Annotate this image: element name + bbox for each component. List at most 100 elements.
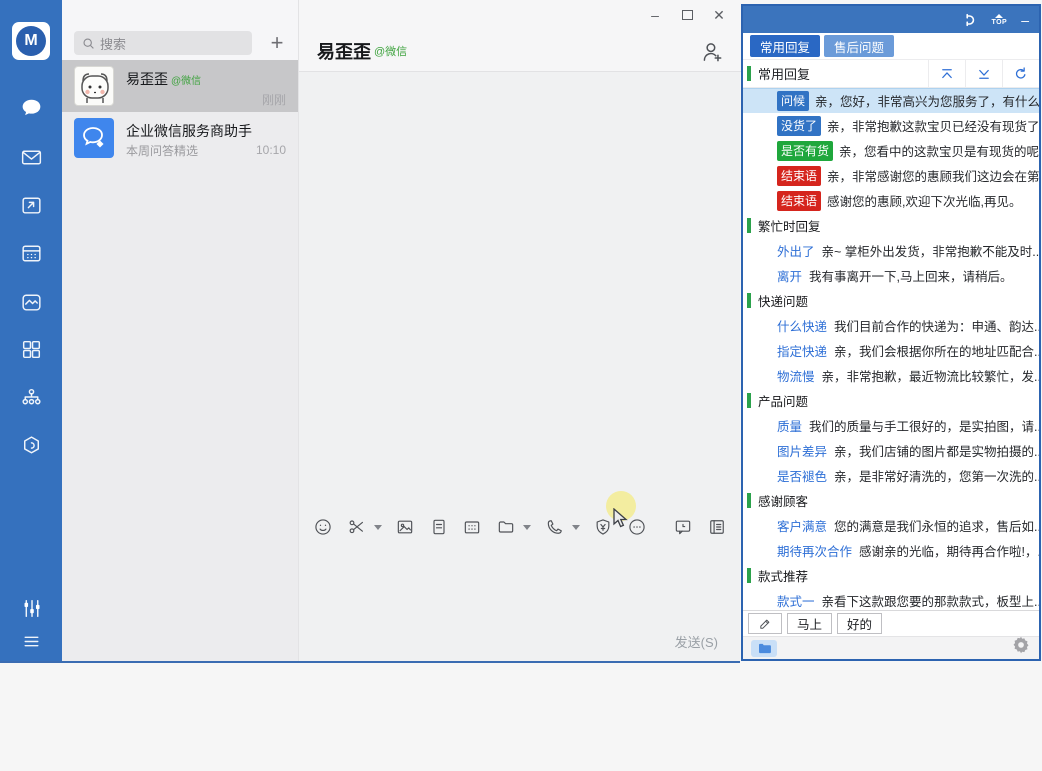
- quick-phrase-button[interactable]: 好的: [837, 613, 882, 634]
- screenshot-dropdown-caret[interactable]: [374, 525, 382, 530]
- reply-text: 亲，非常抱歉，最近物流比较繁忙，发...: [822, 366, 1039, 385]
- settings-button[interactable]: [1012, 636, 1031, 660]
- search-placeholder: 搜索: [100, 34, 126, 53]
- reply-tag: 是否褪色: [777, 466, 827, 485]
- reply-text: 亲，非常感谢您的惠顾我们这边会在第...: [827, 166, 1039, 185]
- chat-item-preview: 本周问答精选: [126, 142, 198, 159]
- search-input[interactable]: 搜索: [74, 31, 252, 55]
- reply-tag: 客户满意: [777, 516, 827, 535]
- pin-top-button[interactable]: TOP: [991, 14, 1007, 26]
- assistant-minimize-button[interactable]: –: [1021, 13, 1029, 27]
- maximize-button[interactable]: [671, 2, 703, 28]
- chat-list-item[interactable]: 企业微信服务商助手 本周问答精选 10:10: [62, 112, 298, 164]
- expand-down-button[interactable]: [965, 60, 1002, 87]
- quick-reply-item[interactable]: 没货了亲，非常抱歉这款宝贝已经没有现货了...: [743, 113, 1039, 138]
- tab-common-replies[interactable]: 常用回复: [750, 35, 820, 57]
- quick-reply-item[interactable]: 结束语感谢您的惠顾,欢迎下次光临,再见。: [743, 188, 1039, 213]
- folder-shortcut-button[interactable]: [751, 640, 777, 657]
- reply-text: 您的满意是我们永恒的追求，售后如...: [834, 516, 1039, 535]
- sidebar-item-menu[interactable]: [0, 624, 62, 658]
- quick-reply-item[interactable]: 离开我有事离开一下,马上回来，请稍后。: [743, 263, 1039, 288]
- add-member-button[interactable]: [699, 39, 725, 65]
- org-icon: [19, 385, 44, 410]
- sidebar-item-mail[interactable]: [0, 140, 62, 174]
- red-packet-button[interactable]: [593, 517, 614, 538]
- sidebar-item-gallery[interactable]: [0, 285, 62, 319]
- folder-icon: [758, 643, 771, 654]
- gear-icon: [1012, 636, 1031, 655]
- quick-reply-item[interactable]: 指定快递亲，我们会根据你所在的地址匹配合...: [743, 338, 1039, 363]
- quick-reply-item[interactable]: 是否褪色亲，是非常好清洗的，您第一次洗的...: [743, 463, 1039, 488]
- reply-group-header[interactable]: 感谢顾客: [743, 488, 1039, 513]
- expand-down-icon: [977, 67, 991, 81]
- quick-reply-item[interactable]: 结束语亲，非常感谢您的惠顾我们这边会在第...: [743, 163, 1039, 188]
- reply-text: 感谢亲的光临，期待再合作啦!，...: [859, 541, 1039, 560]
- group-marker: [747, 393, 751, 408]
- send-button[interactable]: 发送(S): [675, 632, 718, 651]
- app-grid-button[interactable]: [462, 517, 483, 538]
- quick-reply-list: 问候亲，您好，非常高兴为您服务了，有什么...没货了亲，非常抱歉这款宝贝已经没有…: [743, 88, 1039, 610]
- quick-reply-item[interactable]: 客户满意您的满意是我们永恒的追求，售后如...: [743, 513, 1039, 538]
- quick-reply-item[interactable]: 问候亲，您好，非常高兴为您服务了，有什么...: [743, 88, 1039, 113]
- reply-tag: 没货了: [777, 116, 821, 136]
- more-button[interactable]: [626, 517, 647, 538]
- chat-item-time: 10:10: [256, 143, 286, 157]
- quick-reply-item[interactable]: 图片差异亲，我们店铺的图片都是实物拍摄的...: [743, 438, 1039, 463]
- quick-reply-item[interactable]: 是否有货亲，您看中的这款宝贝是有现货的呢...: [743, 138, 1039, 163]
- image-button[interactable]: [395, 517, 416, 538]
- quick-reply-item[interactable]: 款式一亲看下这款跟您要的那款款式，板型上...: [743, 588, 1039, 610]
- window-titlebar: – ✕: [299, 0, 741, 30]
- reply-group-header[interactable]: 款式推荐: [743, 563, 1039, 588]
- app-sidebar: M: [0, 0, 62, 661]
- reply-tag: 款式一: [777, 591, 815, 610]
- reply-text: 感谢您的惠顾,欢迎下次光临,再见。: [827, 191, 1021, 210]
- chat-list: 搜索 + 易歪歪@微信 刚刚: [62, 0, 298, 661]
- reply-tag: 什么快递: [777, 316, 827, 335]
- sliders-icon: [19, 596, 44, 621]
- group-title: 产品问题: [758, 391, 808, 410]
- emoji-button[interactable]: [313, 517, 334, 538]
- edit-button[interactable]: [748, 613, 782, 634]
- chat-list-item[interactable]: 易歪歪@微信 刚刚: [62, 60, 298, 112]
- sidebar-item-calendar[interactable]: [0, 236, 62, 270]
- sidebar-item-apps[interactable]: [0, 332, 62, 366]
- reply-tag: 外出了: [777, 241, 815, 260]
- section-actions: [928, 60, 1039, 87]
- sidebar-item-chats[interactable]: [0, 90, 62, 124]
- sidebar-item-docs[interactable]: [0, 188, 62, 222]
- reply-list-button[interactable]: [706, 517, 727, 538]
- reply-group-header[interactable]: 快递问题: [743, 288, 1039, 313]
- reply-tag: 指定快递: [777, 341, 827, 360]
- quick-reply-item[interactable]: 期待再次合作感谢亲的光临，期待再合作啦!，...: [743, 538, 1039, 563]
- add-chat-button[interactable]: +: [262, 29, 292, 57]
- chat-history-button[interactable]: [673, 517, 694, 538]
- quick-phrase-button[interactable]: 马上: [787, 613, 832, 634]
- folder-dropdown-caret[interactable]: [523, 525, 531, 530]
- quick-reply-item[interactable]: 外出了亲~ 掌柜外出发货，非常抱歉不能及时...: [743, 238, 1039, 263]
- sidebar-item-workspace[interactable]: [0, 428, 62, 462]
- call-dropdown-caret[interactable]: [572, 525, 580, 530]
- phone-icon: [545, 517, 565, 537]
- chat-item-name: 企业微信服务商助手: [126, 121, 252, 141]
- menu-icon: [19, 629, 44, 654]
- quick-reply-item[interactable]: 质量我们的质量与手工很好的，是实拍图，请...: [743, 413, 1039, 438]
- sidebar-item-org[interactable]: [0, 380, 62, 414]
- sidebar-item-filters[interactable]: [0, 591, 62, 625]
- snap-button[interactable]: [961, 12, 977, 28]
- minimize-button[interactable]: –: [639, 2, 671, 28]
- folder-button[interactable]: [496, 517, 517, 538]
- close-button[interactable]: ✕: [703, 2, 735, 28]
- collapse-to-top-button[interactable]: [928, 60, 965, 87]
- reply-group-header[interactable]: 繁忙时回复: [743, 213, 1039, 238]
- wxwork-logo-icon: [80, 124, 108, 152]
- screenshot-button[interactable]: [347, 517, 368, 538]
- file-button[interactable]: [429, 517, 450, 538]
- reply-text: 亲~ 掌柜外出发货，非常抱歉不能及时...: [822, 241, 1039, 260]
- quick-reply-item[interactable]: 什么快递我们目前合作的快递为：申通、韵达...: [743, 313, 1039, 338]
- quick-reply-item[interactable]: 物流慢亲，非常抱歉，最近物流比较繁忙，发...: [743, 363, 1039, 388]
- call-button[interactable]: [544, 517, 565, 538]
- refresh-button[interactable]: [1002, 60, 1039, 87]
- reply-group-header[interactable]: 产品问题: [743, 388, 1039, 413]
- image-icon: [395, 517, 415, 537]
- tab-aftersale-questions[interactable]: 售后问题: [824, 35, 894, 57]
